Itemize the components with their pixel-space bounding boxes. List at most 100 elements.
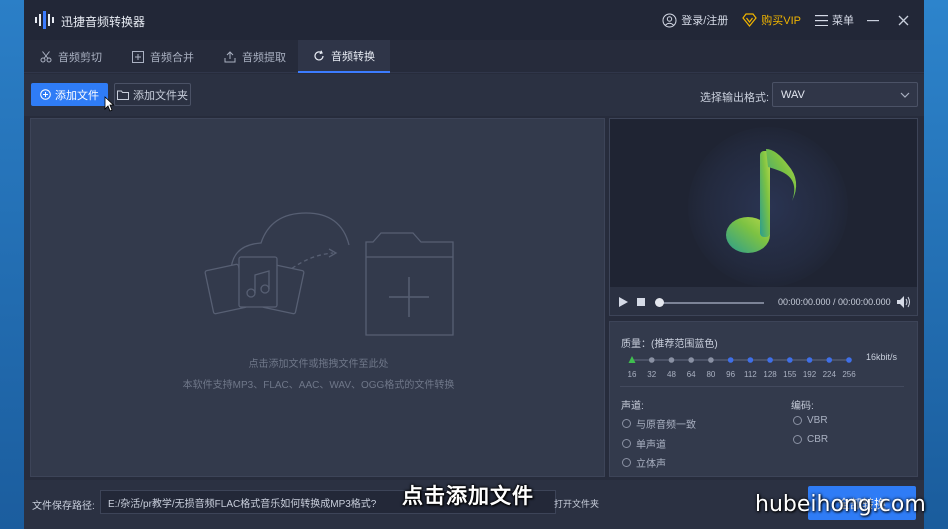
user-icon <box>662 13 677 27</box>
hamburger-icon <box>815 14 828 26</box>
bitrate-tick-label: 32 <box>647 370 656 379</box>
play-icon[interactable] <box>619 297 628 307</box>
add-file-button[interactable]: 添加文件 <box>31 83 108 106</box>
plus-circle-icon <box>40 89 51 100</box>
tab-audio-extract[interactable]: 音频提取 <box>224 40 286 73</box>
channel-option-original[interactable]: 与原音频一致 <box>622 416 696 431</box>
minimize-button[interactable] <box>862 9 884 31</box>
bitrate-tick-label: 112 <box>744 370 757 379</box>
tab-audio-cut[interactable]: 音频剪切 <box>40 40 102 73</box>
bitrate-tick-marker[interactable] <box>747 357 754 363</box>
app-title: 迅捷音频转换器 <box>61 15 146 29</box>
drop-hint-primary: 点击添加文件或拖拽文件至此处 <box>248 359 389 370</box>
encoding-option-cbr[interactable]: CBR <box>793 434 828 445</box>
refresh-icon <box>314 50 324 60</box>
bitrate-tick-marker[interactable] <box>787 357 793 363</box>
bitrate-tick-marker[interactable] <box>767 357 773 363</box>
bitrate-value: 16kbit/s <box>866 352 898 362</box>
bitrate-tick-label: 155 <box>783 370 797 379</box>
desktop-background-left <box>0 0 24 529</box>
playback-time: 00:00:00.000 / 00:00:00.000 <box>778 297 891 307</box>
bitrate-tick-marker[interactable] <box>648 357 655 363</box>
progress-handle[interactable] <box>655 298 664 307</box>
radio-label: 单声道 <box>636 440 666 451</box>
bitrate-tick-label: 48 <box>667 370 676 379</box>
bitrate-tick-marker[interactable] <box>688 357 694 363</box>
minimize-icon <box>867 20 879 22</box>
output-format-select[interactable]: WAV <box>772 82 918 107</box>
merge-icon <box>132 50 144 63</box>
menu-label: 菜单 <box>832 15 854 27</box>
bitrate-tick-label: 256 <box>842 370 856 379</box>
bitrate-tick-label: 128 <box>763 370 777 379</box>
radio-circle <box>622 439 631 448</box>
file-drop-zone[interactable]: 点击添加文件或拖拽文件至此处 本软件支持MP3、FLAC、AAC、WAV、OGG… <box>30 118 605 477</box>
chevron-down-icon <box>900 92 910 98</box>
output-format-label: 选择输出格式: <box>700 92 770 104</box>
channel-label: 声道: <box>621 401 644 412</box>
vip-label: 购买VIP <box>761 15 801 27</box>
upload-icon <box>224 50 236 62</box>
music-note-icon <box>726 149 797 253</box>
mouse-cursor-icon <box>104 96 114 112</box>
bitrate-tick-marker[interactable] <box>727 357 734 363</box>
radio-circle <box>622 419 631 428</box>
add-folder-button[interactable]: 添加文件夹 <box>114 83 191 106</box>
bitrate-tick-marker[interactable] <box>708 357 714 363</box>
radio-circle <box>622 458 631 467</box>
bitrate-tick-label: 224 <box>823 370 837 379</box>
close-button[interactable] <box>892 9 914 31</box>
bitrate-tick-marker[interactable] <box>846 357 852 363</box>
add-file-label: 添加文件 <box>55 89 99 102</box>
stop-icon[interactable] <box>637 298 645 306</box>
preview-panel: 00:00:00.000 / 00:00:00.000 <box>609 118 918 316</box>
encoding-option-vbr[interactable]: VBR <box>793 415 828 426</box>
bitrate-tick-label: 96 <box>726 370 735 379</box>
player-bar: 00:00:00.000 / 00:00:00.000 <box>610 287 917 315</box>
app-logo-icon <box>35 11 54 29</box>
titlebar-actions: 登录/注册 购买VIP 菜单 <box>654 0 914 40</box>
bitrate-tick-label: 16 <box>628 370 637 379</box>
volume-icon[interactable] <box>897 296 911 308</box>
buy-vip-button[interactable]: 购买VIP <box>742 12 801 28</box>
tab-bar: 音频剪切 音频合并 音频提取 音频转换 <box>24 40 924 73</box>
folder-icon <box>117 90 129 100</box>
titlebar: 迅捷音频转换器 登录/注册 购买VIP 菜单 <box>24 0 924 40</box>
watermark: hubeihong.com <box>755 492 926 517</box>
tab-audio-convert[interactable]: 音频转换 <box>298 40 390 73</box>
bitrate-slider[interactable]: 16 32 48 64 80 96 112 128 155 192 224 256 <box>618 350 862 382</box>
radio-circle <box>793 435 802 444</box>
tab-label: 音频提取 <box>242 51 286 64</box>
channel-option-mono[interactable]: 单声道 <box>622 436 666 451</box>
close-icon <box>898 15 908 25</box>
scissors-icon <box>40 50 52 62</box>
radio-circle <box>793 416 802 425</box>
quality-label: 质量：(推荐范围蓝色) <box>621 339 718 350</box>
channel-option-stereo[interactable]: 立体声 <box>622 455 666 470</box>
radio-label: CBR <box>807 434 829 445</box>
progress-track[interactable] <box>658 302 764 304</box>
tab-label: 音频剪切 <box>58 51 102 64</box>
bitrate-tick-label: 64 <box>687 370 696 379</box>
tab-label: 音频转换 <box>331 50 375 63</box>
video-subtitle: 点击添加文件 <box>402 485 534 508</box>
login-button[interactable]: 登录/注册 <box>662 12 728 28</box>
output-format-value: WAV <box>781 88 805 101</box>
toolbar: 添加文件 添加文件夹 选择输出格式: WAV <box>24 74 924 116</box>
encoding-label: 编码: <box>791 401 814 412</box>
drop-hint-formats: 本软件支持MP3、FLAC、AAC、WAV、OGG格式的文件转换 <box>182 380 455 391</box>
open-folder-button[interactable]: 打开文件夹 <box>554 497 599 510</box>
app-window: 迅捷音频转换器 登录/注册 购买VIP 菜单 音频剪切 音频合并 音频提取 音频… <box>24 0 924 529</box>
bitrate-tick-label: 192 <box>803 370 817 379</box>
tab-label: 音频合并 <box>150 51 194 64</box>
tab-audio-merge[interactable]: 音频合并 <box>132 40 194 73</box>
bitrate-tick-label: 80 <box>706 370 715 379</box>
add-folder-label: 添加文件夹 <box>133 89 188 102</box>
bitrate-tick-marker[interactable] <box>806 357 813 363</box>
diamond-icon <box>742 13 758 27</box>
desktop-background-right <box>924 0 948 529</box>
menu-button[interactable]: 菜单 <box>815 12 854 28</box>
bitrate-tick-marker[interactable] <box>668 357 675 363</box>
bitrate-tick-marker[interactable] <box>826 357 833 363</box>
save-path-label: 文件保存路径: <box>32 501 95 512</box>
